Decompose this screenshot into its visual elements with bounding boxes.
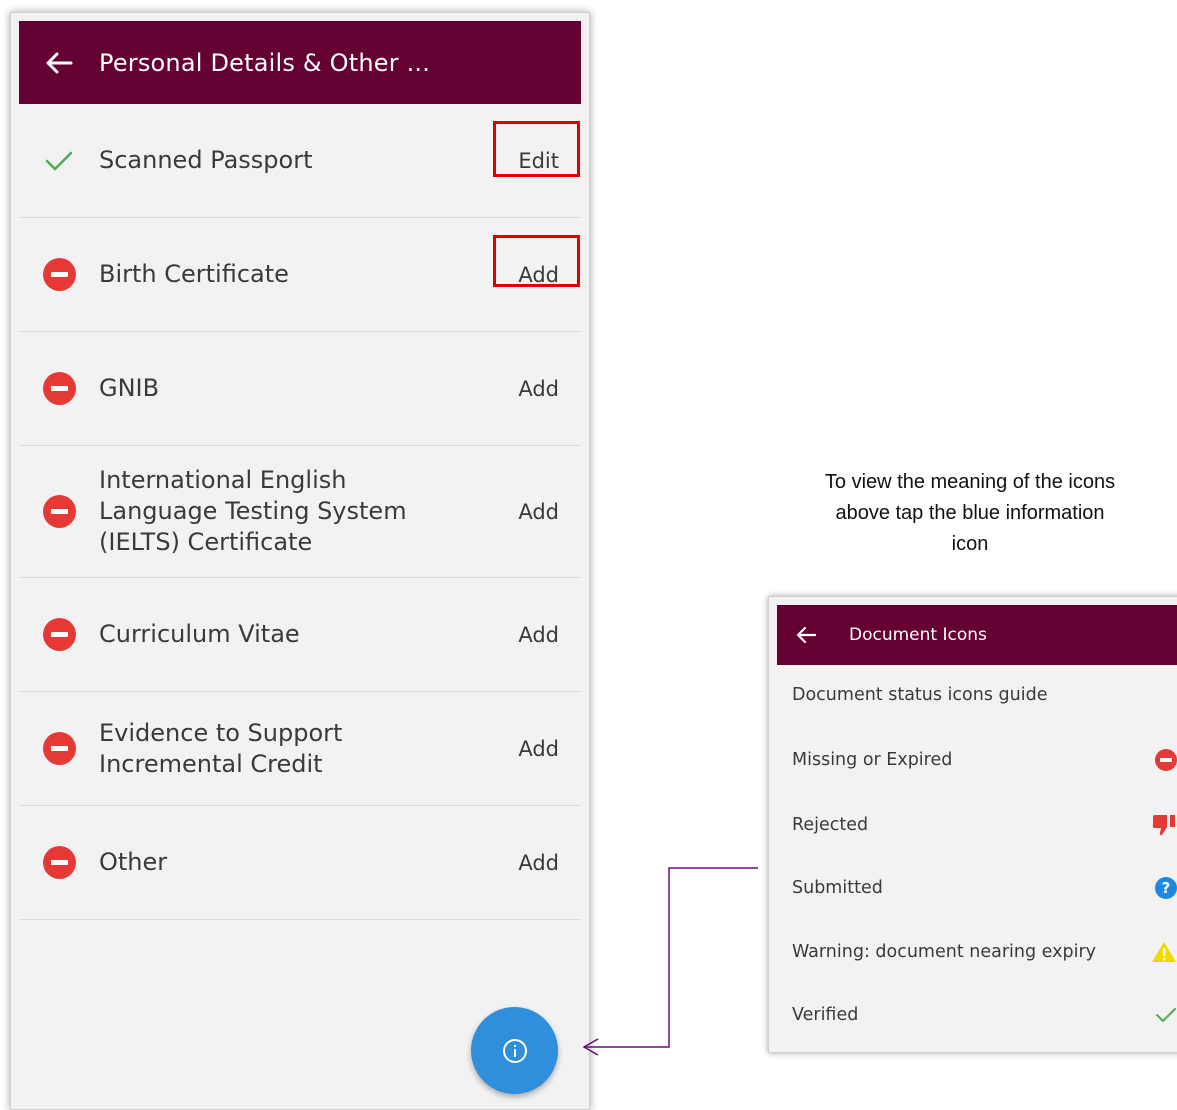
- connector-arrow: [582, 867, 758, 1056]
